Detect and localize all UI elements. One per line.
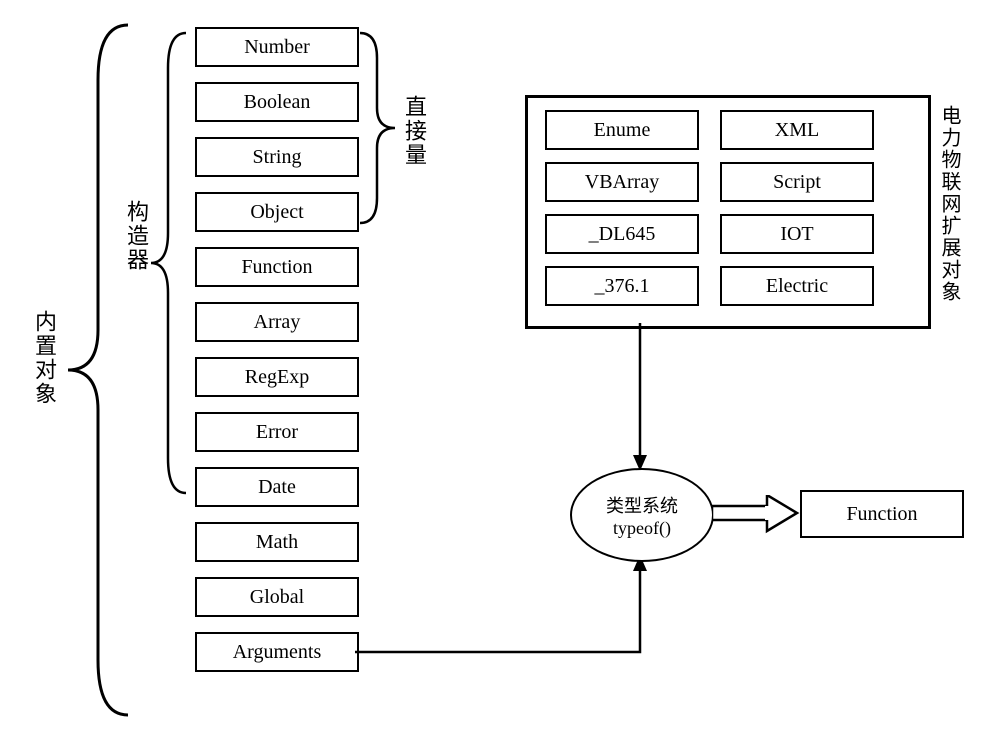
builtin-item-function: Function xyxy=(195,247,359,287)
type-system-line2: typeof() xyxy=(613,518,671,539)
ext-enume: Enume xyxy=(545,110,699,150)
arrow-builtin-to-type xyxy=(355,555,685,675)
ext-vbarray: VBArray xyxy=(545,162,699,202)
ext-iot: IOT xyxy=(720,214,874,254)
extension-label: 电力物联网扩展对象 xyxy=(935,105,964,303)
builtin-item-number: Number xyxy=(195,27,359,67)
builtin-item-arguments: Arguments xyxy=(195,632,359,672)
type-system-line1: 类型系统 xyxy=(606,492,678,518)
ext-3761: _376.1 xyxy=(545,266,699,306)
builtin-item-global: Global xyxy=(195,577,359,617)
builtin-item-object: Object xyxy=(195,192,359,232)
builtin-item-boolean: Boolean xyxy=(195,82,359,122)
type-system-ellipse: 类型系统 typeof() xyxy=(570,468,714,562)
arrow-ext-to-type xyxy=(600,323,680,473)
builtin-item-string: String xyxy=(195,137,359,177)
builtin-item-math: Math xyxy=(195,522,359,562)
arrow-type-to-function xyxy=(712,495,802,535)
brace-large xyxy=(58,20,148,720)
ext-script: Script xyxy=(720,162,874,202)
builtin-item-array: Array xyxy=(195,302,359,342)
brace-constructor xyxy=(146,28,196,498)
function-output: Function xyxy=(800,490,964,538)
builtin-item-date: Date xyxy=(195,467,359,507)
ext-electric: Electric xyxy=(720,266,874,306)
ext-dl645: _DL645 xyxy=(545,214,699,254)
builtin-item-regexp: RegExp xyxy=(195,357,359,397)
builtin-item-error: Error xyxy=(195,412,359,452)
builtin-label: 内置对象 xyxy=(28,310,60,406)
ext-xml: XML xyxy=(720,110,874,150)
literal-label: 直接量 xyxy=(398,95,430,167)
